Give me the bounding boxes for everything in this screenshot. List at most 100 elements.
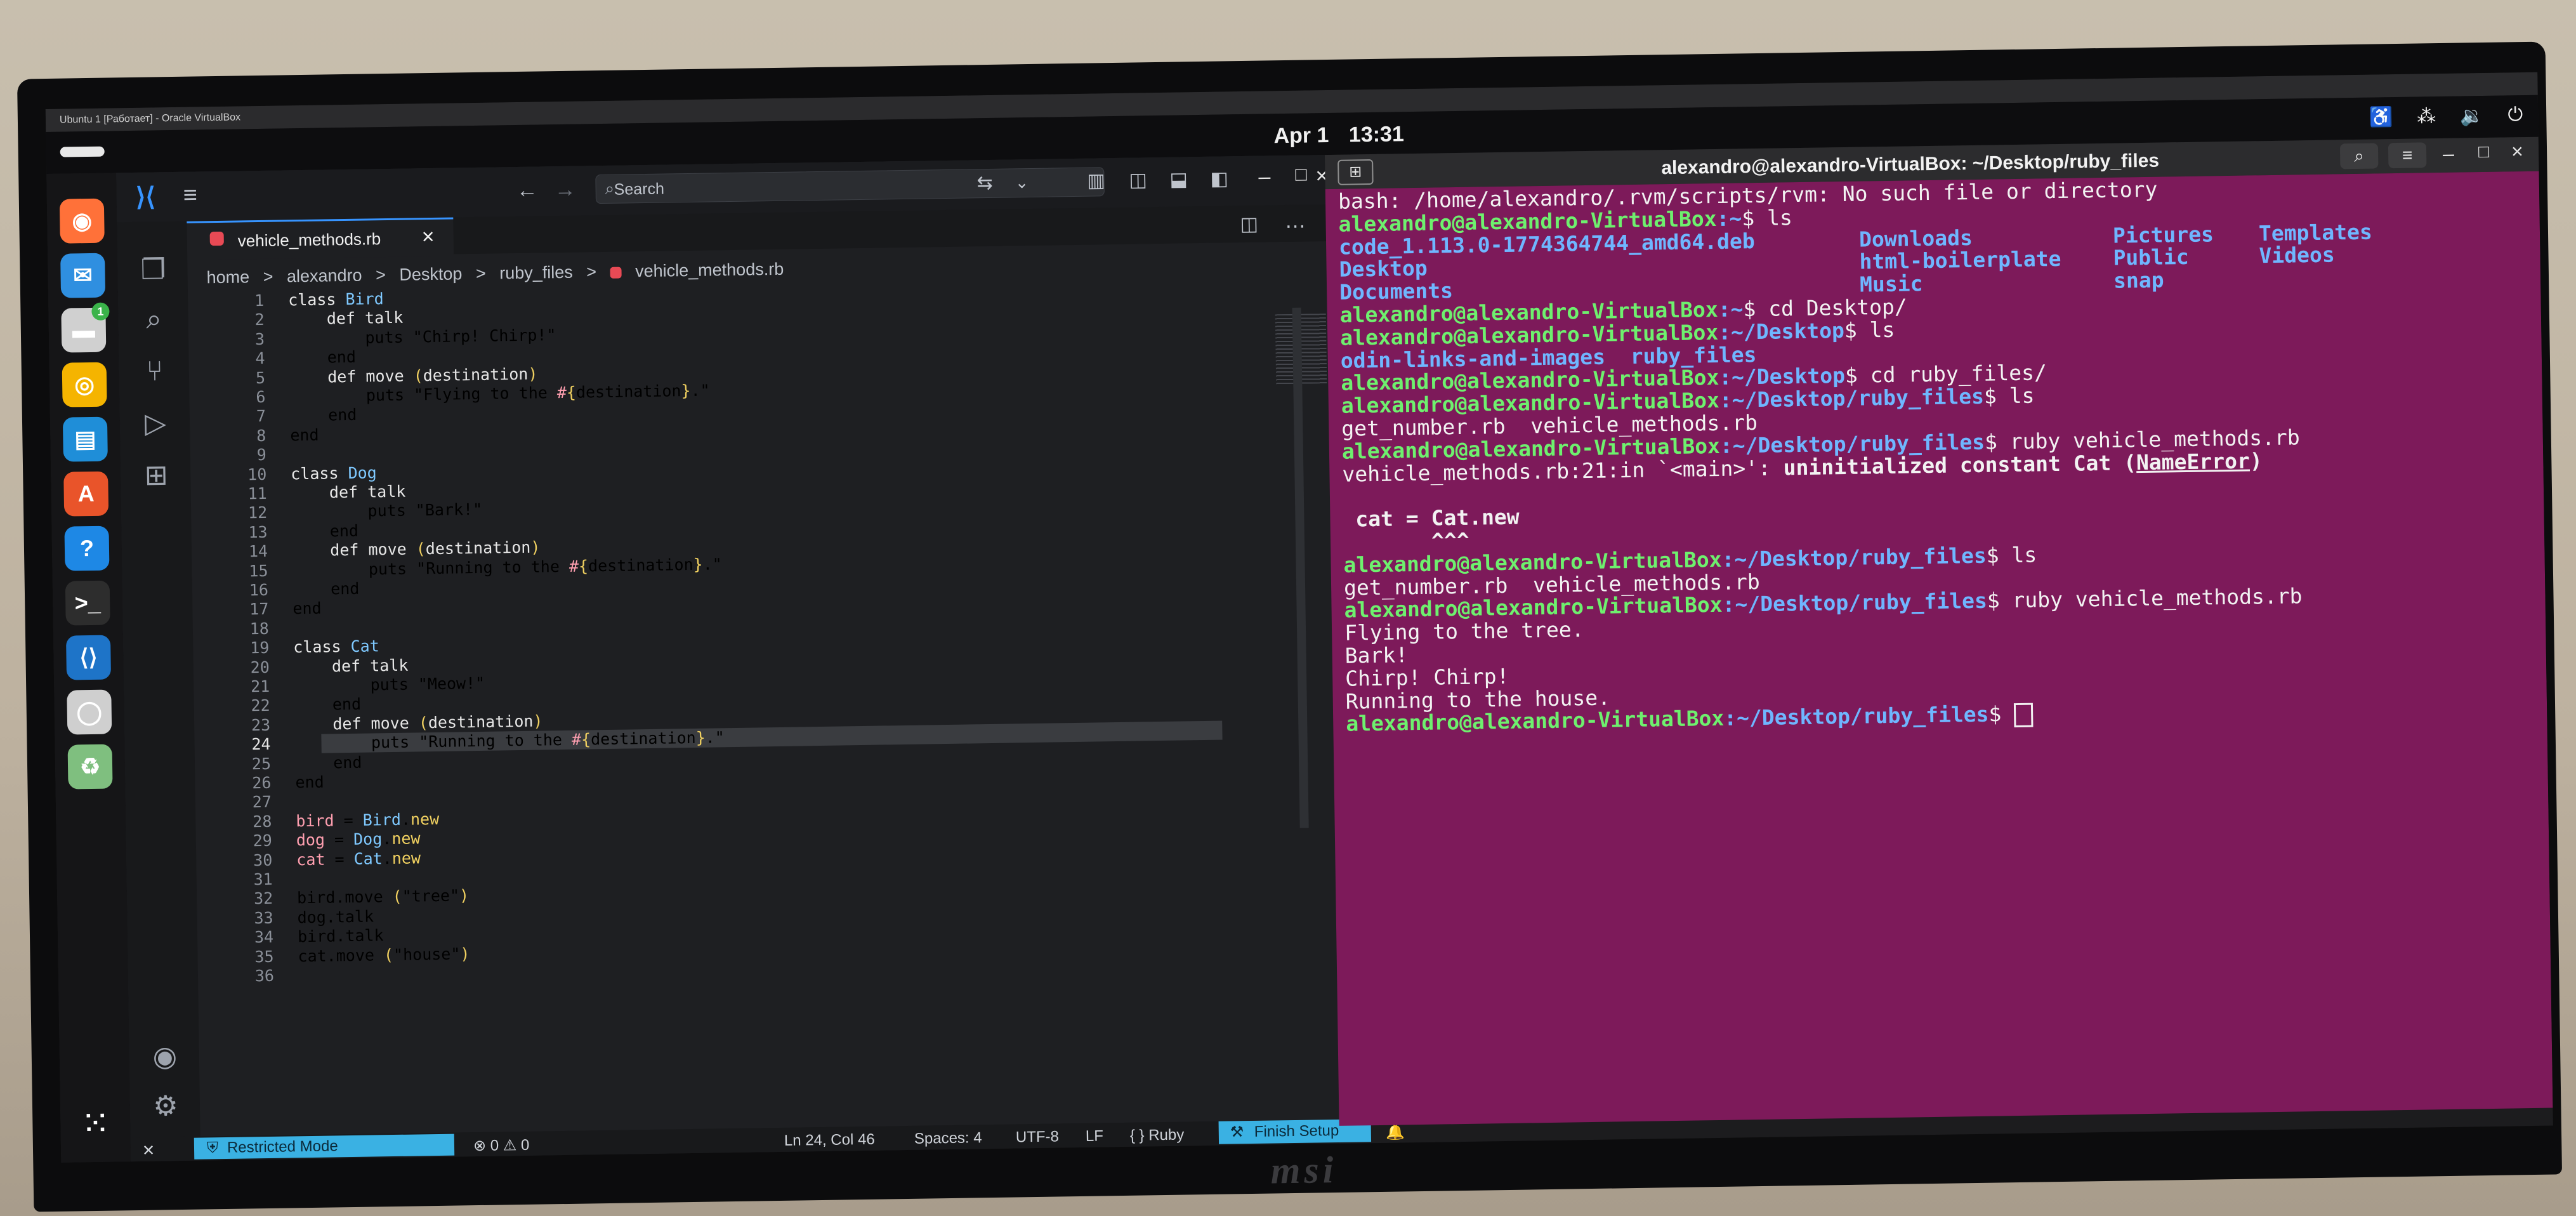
layout-sidebar-icon[interactable]: ▥ (1087, 169, 1105, 192)
maximize-icon[interactable]: □ (2478, 142, 2489, 162)
account-icon[interactable]: ◉ (148, 1040, 181, 1074)
code-line[interactable]: 16 end (192, 579, 360, 601)
clock[interactable]: Apr 1 13:31 (1273, 122, 1404, 149)
maximize-icon[interactable]: □ (1295, 164, 1307, 186)
code-line[interactable]: 36 (198, 966, 298, 986)
cursor-position[interactable]: Ln 24, Col 46 (784, 1131, 875, 1150)
layout-customize-icon[interactable]: ◧ (1210, 168, 1228, 190)
bell-icon[interactable]: 🔔 (1386, 1123, 1405, 1141)
close-icon[interactable]: × (2511, 140, 2523, 163)
restricted-mode-badge[interactable]: ⛨ Restricted Mode (194, 1133, 455, 1160)
code-line[interactable]: 19 class Cat (193, 637, 379, 658)
copilot-icon[interactable]: ⇆ (976, 172, 993, 194)
windows-start-icon[interactable]: ⊞ (1020, 1154, 1037, 1163)
code-line[interactable]: 8 end (190, 425, 319, 446)
disc-icon[interactable]: ◯ (67, 689, 112, 735)
taskbar-app-icons[interactable]: ▣▦◐◔▤◆▧✎◕ (1228, 1148, 1482, 1163)
tab-close-icon[interactable]: × (421, 225, 434, 249)
code-text: def talk (326, 308, 404, 328)
vscode-icon[interactable]: ⟨⟩ (65, 635, 112, 680)
activities-button[interactable] (60, 146, 105, 157)
app-center-icon[interactable]: A (63, 471, 109, 517)
code-line[interactable]: 33 dog.talk (197, 907, 374, 929)
code-line[interactable]: 18 (193, 619, 293, 639)
code-line[interactable]: 2 def talk (188, 308, 403, 331)
files-icon[interactable]: ▬ 1 (61, 302, 110, 353)
line-number: 29 (253, 831, 273, 850)
minimize-icon[interactable]: – (1258, 164, 1270, 189)
more-actions-icon[interactable]: … (1284, 209, 1306, 234)
code-line[interactable]: 17 end (192, 599, 322, 620)
forward-arrow-icon[interactable]: → (554, 178, 576, 203)
code-line[interactable]: 22 end (194, 695, 361, 717)
breadcrumb-ruby-files[interactable]: ruby_files (499, 263, 573, 283)
windows-search-input[interactable]: ⌕ Поиск (1051, 1151, 1210, 1163)
help-icon[interactable]: ? (64, 525, 110, 571)
code-line[interactable]: 12 puts "Bark!" (191, 500, 483, 524)
code-line[interactable]: 10 class Dog (190, 463, 377, 485)
eol-setting[interactable]: LF (1086, 1127, 1103, 1145)
terminal-output[interactable]: bash: /home/alexandro/.rvm/scripts/rvm: … (1325, 171, 2553, 1126)
code-line[interactable]: 34 bird.talk (197, 926, 384, 948)
chevron-down-icon[interactable]: ⌄ (1015, 173, 1028, 192)
extensions-icon[interactable]: ⊞ (140, 459, 173, 492)
code-line[interactable]: 13 end (191, 522, 358, 543)
search-icon[interactable]: ⌕ (2339, 143, 2379, 169)
windows-tray-icons[interactable]: ⌃ ▭ ◠ 🔊 (2402, 1135, 2507, 1153)
code-line[interactable]: 4 end (188, 348, 356, 369)
breadcrumb-alexandro[interactable]: alexandro (287, 266, 362, 286)
command-search-input[interactable]: ⌕ Search ⇆ ⌄ (595, 167, 1105, 204)
encoding-setting[interactable]: UTF-8 (1016, 1128, 1059, 1146)
breadcrumb-home[interactable]: home (206, 267, 249, 287)
code-line[interactable]: 31 (197, 869, 297, 890)
code-line[interactable]: 25 end (195, 753, 362, 774)
code-line[interactable]: 20 def talk (194, 656, 409, 678)
thunderbird-icon[interactable]: ✉ (60, 253, 106, 298)
menu-icon[interactable]: ≡ (183, 182, 197, 209)
code-line[interactable]: 29 dog = Dog.new (196, 829, 421, 852)
network-icon[interactable]: ⁂ (2417, 105, 2436, 128)
terminal-icon[interactable]: >_ (65, 580, 110, 626)
firefox-icon[interactable]: ◉ (59, 198, 105, 244)
power-icon[interactable]: ⏻ (2507, 104, 2523, 126)
hamburger-menu-icon[interactable]: ≡ (2388, 142, 2427, 169)
system-tray[interactable]: ♿ ⁂ 🔉 ⏻ (2369, 104, 2523, 129)
run-debug-icon[interactable]: ▷ (139, 407, 173, 440)
indentation-setting[interactable]: Spaces: 4 (914, 1129, 982, 1148)
breadcrumb-desktop[interactable]: Desktop (399, 264, 462, 284)
rhythmbox-icon[interactable]: ◎ (62, 362, 107, 407)
code-line[interactable]: 1 class Bird (188, 289, 384, 312)
code-line[interactable]: 26 end (195, 773, 324, 794)
problems-indicator[interactable]: ⊗ 0 ⚠ 0 (473, 1136, 530, 1155)
back-arrow-icon[interactable]: ← (516, 178, 538, 204)
source-control-icon[interactable]: ⑂ (138, 355, 171, 388)
editor-scrollbar[interactable] (1292, 307, 1309, 828)
tab-vehicle-methods[interactable]: vehicle_methods.rb × (187, 217, 454, 260)
language-mode[interactable]: { } Ruby (1130, 1127, 1185, 1145)
volume-icon[interactable]: 🔉 (2460, 105, 2484, 128)
layout-editor-icon[interactable]: ◫ (1129, 169, 1147, 191)
explorer-icon[interactable]: ❐ (136, 253, 170, 287)
breadcrumb[interactable]: home > alexandro > Desktop > ruby_files … (206, 260, 792, 288)
search-icon[interactable]: ⌕ (137, 303, 171, 336)
code-line[interactable]: 27 (195, 793, 296, 813)
code-line[interactable]: 32 bird.move ("tree") (197, 887, 469, 909)
code-line[interactable]: 30 cat = Cat.new (196, 849, 421, 871)
breadcrumb-file[interactable]: vehicle_methods.rb (635, 260, 784, 281)
new-tab-icon[interactable]: ⊞ (1337, 159, 1374, 185)
code-line[interactable]: 11 def talk (191, 482, 406, 505)
code-line[interactable]: 21 puts "Meow!" (194, 674, 485, 697)
grid-icon[interactable]: ⁙ (72, 1099, 119, 1147)
split-editor-icon[interactable]: ◫ (1240, 213, 1258, 235)
code-line[interactable]: 9 (190, 446, 291, 466)
trash-icon[interactable]: ♻ (67, 744, 113, 790)
minimize-icon[interactable]: – (2443, 142, 2454, 166)
code-editor[interactable]: 1 class Bird 2 def talk 3 puts "Chirp! Chir… (188, 276, 1278, 1104)
code-line[interactable]: 7 end (190, 406, 357, 427)
accessibility-icon[interactable]: ♿ (2369, 106, 2393, 129)
code-line[interactable]: 35 cat.move ("house") (197, 944, 470, 967)
gear-icon[interactable]: ⚙ (149, 1090, 183, 1123)
remote-icon[interactable]: ✕ (142, 1142, 155, 1160)
libreoffice-writer-icon[interactable]: ▤ (62, 416, 108, 462)
layout-panel-icon[interactable]: ⬓ (1169, 168, 1188, 190)
